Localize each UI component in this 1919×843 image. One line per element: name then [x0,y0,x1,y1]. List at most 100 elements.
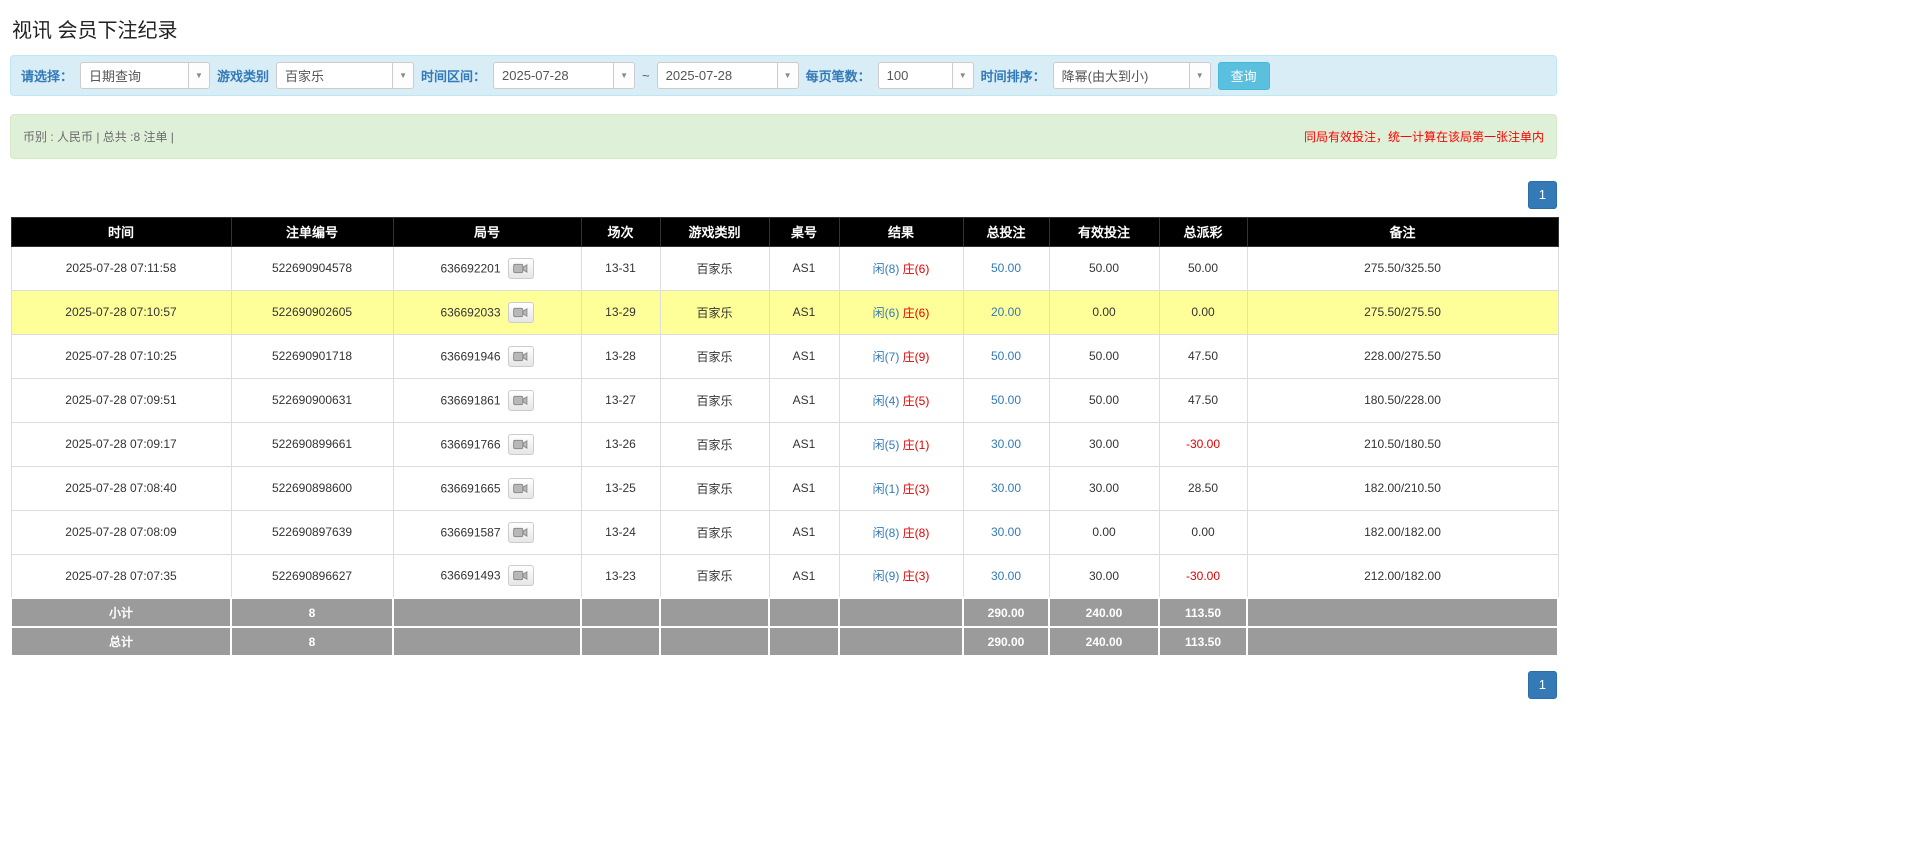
currency-summary-text: 币别 : 人民币 | 总共 :8 注单 | [23,128,174,145]
note-cell: 182.00/182.00 [1247,510,1558,554]
sort-select[interactable]: 降幂(由大到小) ▼ [1053,62,1211,89]
total-bet-link[interactable]: 30.00 [991,437,1021,451]
result-banker: 庄(3) [903,482,930,496]
page-size-label: 每页笔数： [806,66,871,85]
game-type-cell: 百家乐 [660,290,769,334]
col-game-type: 游戏类别 [660,217,769,246]
total-bet-link[interactable]: 30.00 [991,525,1021,539]
subtotal-valid-bet: 240.00 [1049,598,1159,627]
notice-text: 同局有效投注，统一计算在该局第一张注单内 [1304,128,1544,145]
date-to-value: 2025-07-28 [658,63,777,88]
chevron-down-icon[interactable]: ▼ [952,63,973,88]
time-cell: 2025-07-28 07:08:40 [11,466,231,510]
col-table-no: 桌号 [769,217,839,246]
chevron-down-icon[interactable]: ▼ [188,63,209,88]
table-no-cell: AS1 [769,290,839,334]
col-valid-bet: 有效投注 [1049,217,1159,246]
total-bet-link[interactable]: 50.00 [991,261,1021,275]
video-camera-icon[interactable] [508,302,534,323]
result-banker: 庄(6) [903,262,930,276]
note-cell: 180.50/228.00 [1247,378,1558,422]
result-cell: 闲(8) 庄(6) [839,246,963,290]
table-no-cell: AS1 [769,246,839,290]
time-cell: 2025-07-28 07:09:51 [11,378,231,422]
video-camera-icon[interactable] [508,478,534,499]
result-banker: 庄(3) [903,569,930,583]
result-banker: 庄(8) [903,526,930,540]
result-cell: 闲(5) 庄(1) [839,422,963,466]
pagination-bottom: 1 [10,671,1557,699]
chevron-down-icon[interactable]: ▼ [1189,63,1210,88]
bet-id-cell: 522690902605 [231,290,393,334]
game-type-cell: 百家乐 [660,554,769,598]
round-cell: 636691766 [393,422,581,466]
game-type-select[interactable]: 百家乐 ▼ [276,62,414,89]
video-camera-icon[interactable] [508,434,534,455]
page-size-select[interactable]: 100 ▼ [878,62,974,89]
total-bet-link[interactable]: 50.00 [991,393,1021,407]
date-to-picker[interactable]: 2025-07-28 ▼ [657,62,799,89]
subtotal-total-bet: 290.00 [963,598,1049,627]
total-count: 8 [231,627,393,656]
bets-table: 时间 注单编号 局号 场次 游戏类别 桌号 结果 总投注 有效投注 总派彩 备注… [10,217,1559,658]
table-row: 2025-07-28 07:10:57522690902605636692033… [11,290,1558,334]
sort-value: 降幂(由大到小) [1054,63,1189,88]
time-cell: 2025-07-28 07:10:57 [11,290,231,334]
video-camera-icon[interactable] [508,258,534,279]
game-type-cell: 百家乐 [660,466,769,510]
total-bet-link[interactable]: 50.00 [991,349,1021,363]
chevron-down-icon[interactable]: ▼ [392,63,413,88]
round-cell: 636691946 [393,334,581,378]
payout-cell: 28.50 [1159,466,1247,510]
search-button[interactable]: 查询 [1218,62,1270,90]
col-session: 场次 [581,217,660,246]
bet-id-cell: 522690899661 [231,422,393,466]
session-cell: 13-28 [581,334,660,378]
total-bet-cell: 30.00 [963,510,1049,554]
total-total-bet: 290.00 [963,627,1049,656]
game-type-cell: 百家乐 [660,422,769,466]
result-player: 闲(1) [873,482,900,496]
result-player: 闲(6) [873,306,900,320]
page-title: 视讯 会员下注纪录 [12,14,1559,43]
table-no-cell: AS1 [769,378,839,422]
round-cell: 636691861 [393,378,581,422]
video-camera-icon[interactable] [508,565,534,586]
page-1-button[interactable]: 1 [1528,671,1557,699]
table-row: 2025-07-28 07:11:58522690904578636692201… [11,246,1558,290]
chevron-down-icon[interactable]: ▼ [777,63,798,88]
date-from-value: 2025-07-28 [494,63,613,88]
total-bet-link[interactable]: 30.00 [991,481,1021,495]
total-bet-link[interactable]: 20.00 [991,305,1021,319]
page: 视讯 会员下注纪录 请选择： 日期查询 ▼ 游戏类别 百家乐 ▼ 时间区间： 2… [0,0,1559,699]
page-1-button[interactable]: 1 [1528,181,1557,209]
col-bet-id: 注单编号 [231,217,393,246]
result-player: 闲(8) [873,262,900,276]
chevron-down-icon[interactable]: ▼ [613,63,634,88]
payout-cell: 50.00 [1159,246,1247,290]
round-cell: 636691493 [393,554,581,598]
video-camera-icon[interactable] [508,390,534,411]
query-type-select[interactable]: 日期查询 ▼ [80,62,210,89]
round-number: 636691587 [440,525,500,539]
session-cell: 13-25 [581,466,660,510]
result-cell: 闲(7) 庄(9) [839,334,963,378]
video-camera-icon[interactable] [508,522,534,543]
video-camera-icon[interactable] [508,346,534,367]
date-from-picker[interactable]: 2025-07-28 ▼ [493,62,635,89]
payout-cell: 0.00 [1159,290,1247,334]
result-banker: 庄(1) [903,438,930,452]
table-no-cell: AS1 [769,466,839,510]
bet-id-cell: 522690901718 [231,334,393,378]
valid-bet-cell: 0.00 [1049,510,1159,554]
table-no-cell: AS1 [769,554,839,598]
result-player: 闲(9) [873,569,900,583]
filter-bar: 请选择： 日期查询 ▼ 游戏类别 百家乐 ▼ 时间区间： 2025-07-28 … [10,55,1557,96]
game-type-value: 百家乐 [277,63,392,88]
total-payout: 113.50 [1159,627,1247,656]
payout-cell: -30.00 [1159,554,1247,598]
game-type-cell: 百家乐 [660,378,769,422]
total-bet-link[interactable]: 30.00 [991,569,1021,583]
col-total-bet: 总投注 [963,217,1049,246]
game-type-cell: 百家乐 [660,246,769,290]
